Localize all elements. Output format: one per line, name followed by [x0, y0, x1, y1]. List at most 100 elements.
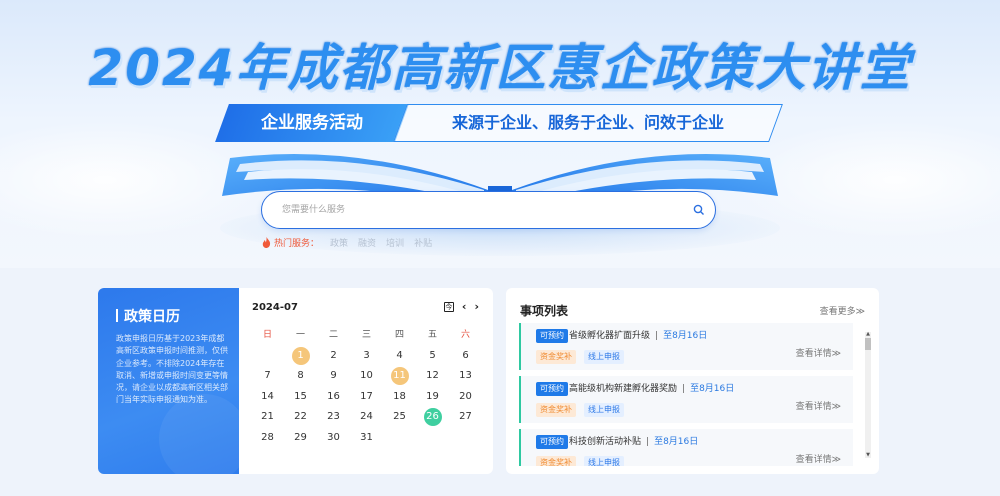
- bookable-badge: 可预约: [536, 382, 568, 396]
- calendar-day[interactable]: 24: [350, 407, 383, 428]
- calendar-week-row: 1 2 3 4 5 6: [251, 346, 482, 367]
- calendar-day-number: 8: [297, 370, 304, 382]
- panel-title: 政策日历: [116, 306, 180, 326]
- calendar-day[interactable]: 30: [317, 428, 350, 449]
- calendar-day-number: 9: [330, 370, 337, 382]
- calendar-day-number: 3: [363, 349, 370, 361]
- task-item[interactable]: 可预约 省级孵化器扩面升级 | 至8月16日 资金奖补 线上申报 查看详情≫: [519, 323, 853, 370]
- calendar-day[interactable]: 5: [416, 346, 449, 367]
- slogan-banner-label: 来源于企业、服务于企业、问效于企业: [451, 113, 724, 132]
- task-name: 高能级机构新建孵化器奖励: [569, 384, 678, 394]
- calendar-day[interactable]: 11: [383, 366, 416, 387]
- weekday-label: 二: [328, 330, 338, 340]
- weekday-label: 三: [361, 330, 371, 340]
- task-item[interactable]: 可预约 科技创新活动补贴 | 至8月16日 资金奖补 线上申报 查看详情≫: [519, 429, 853, 466]
- slogan-banner: 来源于企业、服务于企业、问效于企业: [393, 104, 783, 142]
- calendar-day-highlight: 26: [423, 408, 442, 427]
- view-details-link[interactable]: 查看详情≫: [796, 452, 841, 465]
- view-details-link[interactable]: 查看详情≫: [796, 399, 841, 412]
- activity-banner-label: 企业服务活动: [261, 113, 363, 133]
- calendar-day[interactable]: 14: [251, 387, 284, 408]
- calendar-day-number: 16: [327, 390, 340, 402]
- calendar-day[interactable]: 29: [284, 428, 317, 449]
- calendar-day-number: 29: [294, 431, 307, 443]
- calendar-day: [449, 428, 482, 449]
- calendar-week-row: 28 29 30 31: [251, 428, 482, 449]
- hot-tag[interactable]: 政策: [330, 236, 348, 249]
- hot-tag[interactable]: 培训: [386, 236, 404, 249]
- calendar-day[interactable]: 12: [416, 366, 449, 387]
- prev-month-button[interactable]: ‹: [462, 300, 467, 313]
- calendar-day[interactable]: 7: [251, 366, 284, 387]
- calendar-day-number: 31: [360, 431, 373, 443]
- calendar-day[interactable]: 31: [350, 428, 383, 449]
- calendar-day: [251, 346, 284, 367]
- search-icon[interactable]: [693, 204, 705, 216]
- funding-tag: 资金奖补: [536, 403, 576, 417]
- calendar-day[interactable]: 3: [350, 346, 383, 367]
- online-apply-tag: 线上申报: [584, 350, 624, 364]
- scrollbar-thumb[interactable]: [865, 338, 871, 350]
- calendar-day: [416, 428, 449, 449]
- view-more-link[interactable]: 查看更多≫: [820, 304, 865, 317]
- hot-tag[interactable]: 融资: [358, 236, 376, 249]
- calendar-day[interactable]: 19: [416, 387, 449, 408]
- calendar-day[interactable]: 4: [383, 346, 416, 367]
- calendar-day[interactable]: 25: [383, 407, 416, 428]
- scroll-up-arrow-icon[interactable]: ▲: [865, 332, 871, 337]
- calendar-day-number: 24: [360, 411, 373, 423]
- calendar-day[interactable]: 2: [317, 346, 350, 367]
- calendar-day[interactable]: 10: [350, 366, 383, 387]
- calendar-day[interactable]: 17: [350, 387, 383, 408]
- calendar-day[interactable]: 9: [317, 366, 350, 387]
- calendar-day-number: 17: [360, 390, 373, 402]
- calendar-day[interactable]: 27: [449, 407, 482, 428]
- task-list-card: 事项列表 查看更多≫ 可预约 省级孵化器扩面升级 | 至8月16日 资金奖补 线上申报 查看…: [506, 288, 879, 474]
- hot-services: 热门服务： 政策 融资 培训 补贴: [262, 236, 432, 249]
- calendar-day[interactable]: 20: [449, 387, 482, 408]
- separator: |: [682, 384, 686, 394]
- online-apply-tag: 线上申报: [584, 456, 624, 466]
- view-details-link[interactable]: 查看详情≫: [796, 346, 841, 359]
- calendar-day[interactable]: 15: [284, 387, 317, 408]
- calendar-day[interactable]: 1: [284, 346, 317, 367]
- calendar-day[interactable]: 21: [251, 407, 284, 428]
- calendar-day[interactable]: 8: [284, 366, 317, 387]
- weekday-label: 一: [295, 330, 305, 340]
- calendar-day-number: 7: [264, 370, 271, 382]
- calendar-day[interactable]: 22: [284, 407, 317, 428]
- hero-title: 2024年成都高新区惠企政策大讲堂: [88, 39, 912, 97]
- calendar-day[interactable]: 18: [383, 387, 416, 408]
- weekday-label: 日: [262, 330, 272, 340]
- calendar-day-number: 6: [462, 349, 469, 361]
- next-month-button[interactable]: ›: [474, 300, 479, 313]
- weekday-header: 日一二三四五六: [251, 325, 482, 346]
- scroll-down-arrow-icon[interactable]: ▼: [865, 453, 871, 458]
- weekday-label: 四: [394, 330, 404, 340]
- calendar-day-number: 10: [360, 370, 373, 382]
- task-name: 科技创新活动补贴: [569, 437, 642, 447]
- task-list: 可预约 省级孵化器扩面升级 | 至8月16日 资金奖补 线上申报 查看详情≫ 可预约 高能级机构…: [519, 323, 863, 466]
- calendar-day[interactable]: 26: [416, 407, 449, 428]
- task-list-scrollbar[interactable]: ▲ ▼: [865, 332, 871, 458]
- calendar-day[interactable]: 13: [449, 366, 482, 387]
- search-input[interactable]: [282, 201, 682, 219]
- calendar-day[interactable]: 16: [317, 387, 350, 408]
- calendar-day[interactable]: 23: [317, 407, 350, 428]
- funding-tag: 资金奖补: [536, 350, 576, 364]
- today-icon[interactable]: 今: [443, 301, 454, 312]
- calendar-day-number: 19: [426, 390, 439, 402]
- calendar-day-number: 14: [261, 390, 274, 402]
- hot-services-label: 热门服务：: [274, 239, 320, 249]
- calendar-week-row: 14 15 16 17 18 19 20: [251, 387, 482, 408]
- calendar-day[interactable]: 28: [251, 428, 284, 449]
- calendar-day-number: 28: [261, 431, 274, 443]
- bookable-badge: 可预约: [536, 435, 568, 449]
- calendar-day[interactable]: 6: [449, 346, 482, 367]
- separator: |: [646, 437, 650, 447]
- task-name-line: 科技创新活动补贴 | 至8月16日: [569, 435, 698, 449]
- calendar-week-row: 21 22 23 24 25 26 27: [251, 407, 482, 428]
- hot-tag[interactable]: 补贴: [414, 236, 432, 249]
- search-bar[interactable]: [261, 191, 716, 229]
- task-item[interactable]: 可预约 高能级机构新建孵化器奖励 | 至8月16日 资金奖补 线上申报 查看详情≫: [519, 376, 853, 423]
